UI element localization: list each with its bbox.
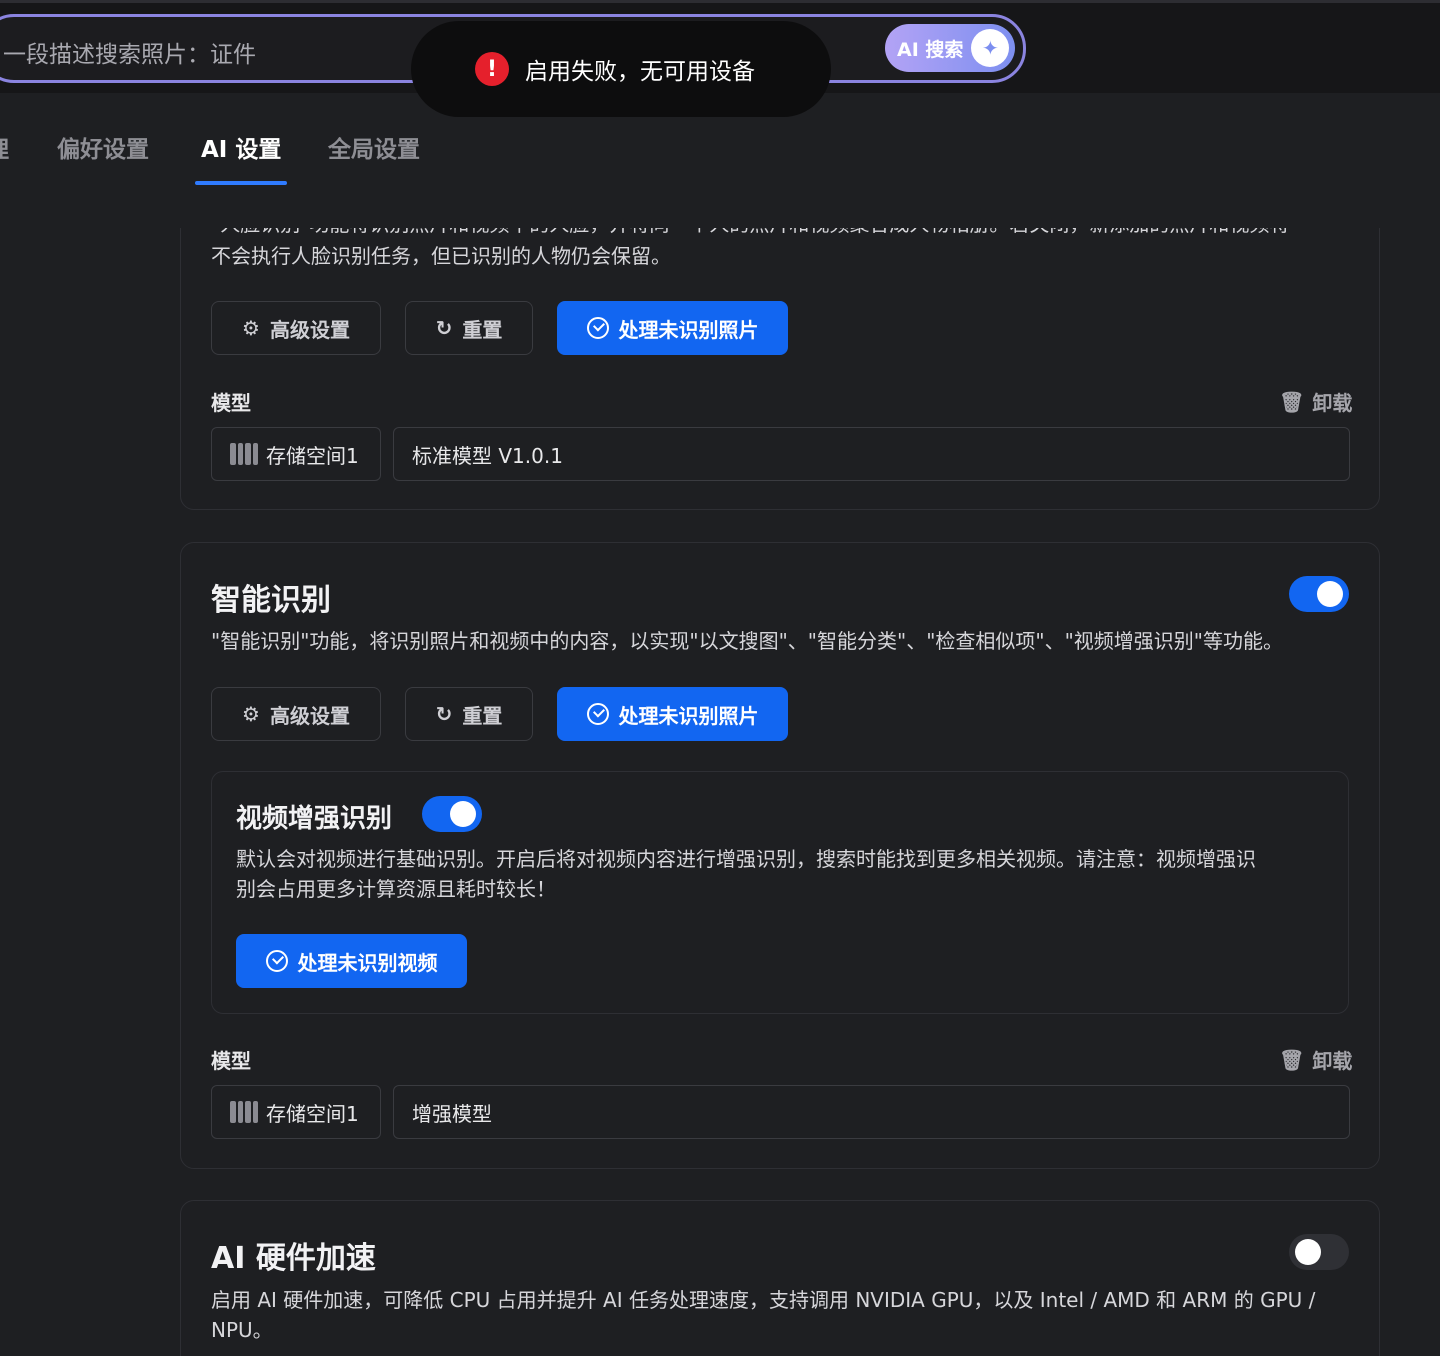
video-enhanced-card: 视频增强识别 默认会对视频进行基础识别。开启后将对视频内容进行增强识别，搜索时能… xyxy=(211,771,1349,1014)
error-icon: ! xyxy=(475,52,509,86)
face-process-label: 处理未识别照片 xyxy=(618,317,759,342)
hw-desc-line2: NPU。 xyxy=(211,1318,273,1342)
nas-icon xyxy=(230,1101,258,1123)
toggle-knob xyxy=(1317,581,1343,607)
face-reset-label: 重置 xyxy=(462,317,503,342)
toggle-knob xyxy=(450,801,476,827)
tab-cut-off[interactable]: 理 xyxy=(0,120,9,186)
toast-message: 启用失败，无可用设备 xyxy=(525,59,755,85)
smart-process-photos-button[interactable]: 处理未识别照片 xyxy=(557,687,788,741)
trash-icon: 🗑 xyxy=(1279,389,1305,414)
face-desc-line1: "人脸识别"功能将识别照片和视频中的人脸，并将同一个人的照片和视频聚合成人物相册… xyxy=(211,228,1361,239)
face-model-select[interactable]: 标准模型 V1.0.1 xyxy=(393,427,1350,481)
check-circle-icon xyxy=(586,317,609,339)
gear-icon: ⚙ xyxy=(242,702,260,726)
tab-preferences[interactable]: 偏好设置 xyxy=(57,120,149,186)
smart-storage-label: 存储空间1 xyxy=(266,1101,359,1126)
process-videos-label: 处理未识别视频 xyxy=(297,950,438,975)
hw-title: AI 硬件加速 xyxy=(211,1241,376,1276)
smart-recognition-card: 智能识别 "智能识别"功能，将识别照片和视频中的内容，以实现"以文搜图"、"智能… xyxy=(180,542,1380,1169)
refresh-icon: ↻ xyxy=(435,702,453,726)
hw-acceleration-toggle[interactable] xyxy=(1289,1234,1349,1270)
face-unload-label: 卸载 xyxy=(1312,391,1353,415)
check-circle-icon xyxy=(586,703,609,725)
face-recognition-card: "人脸识别"功能将识别照片和视频中的人脸，并将同一个人的照片和视频聚合成人物相册… xyxy=(180,228,1380,510)
settings-content: "人脸识别"功能将识别照片和视频中的人脸，并将同一个人的照片和视频聚合成人物相册… xyxy=(0,228,1440,1356)
process-videos-button[interactable]: 处理未识别视频 xyxy=(236,934,467,988)
toggle-knob xyxy=(1295,1239,1321,1265)
error-toast: ! 启用失败，无可用设备 xyxy=(411,21,831,117)
smart-advanced-label: 高级设置 xyxy=(269,703,350,728)
smart-reset-button[interactable]: ↻ 重置 xyxy=(405,687,533,741)
face-storage-label: 存储空间1 xyxy=(266,443,359,468)
smart-unload-button[interactable]: 🗑 卸载 xyxy=(1279,1045,1352,1074)
trash-icon: 🗑 xyxy=(1279,1047,1305,1072)
refresh-icon: ↻ xyxy=(435,316,453,340)
face-unload-button[interactable]: 🗑 卸载 xyxy=(1279,387,1352,416)
video-desc-line2: 别会占用更多计算资源且耗时较长！ xyxy=(236,877,556,901)
tab-global-settings[interactable]: 全局设置 xyxy=(328,120,420,186)
ai-search-button[interactable]: AI 搜索 ✦ xyxy=(885,24,1015,72)
smart-recognition-toggle[interactable] xyxy=(1289,576,1349,612)
face-model-value: 标准模型 V1.0.1 xyxy=(412,443,563,468)
smart-desc: "智能识别"功能，将识别照片和视频中的内容，以实现"以文搜图"、"智能分类"、"… xyxy=(211,629,1283,653)
nas-icon xyxy=(230,443,258,465)
face-model-label: 模型 xyxy=(211,391,251,415)
video-enhanced-toggle[interactable] xyxy=(422,796,482,832)
face-advanced-label: 高级设置 xyxy=(269,317,350,342)
active-tab-indicator xyxy=(195,181,287,185)
smart-unload-label: 卸载 xyxy=(1312,1049,1353,1073)
hw-desc-line1: 启用 AI 硬件加速，可降低 CPU 占用并提升 AI 任务处理速度，支持调用 … xyxy=(211,1288,1316,1312)
face-reset-button[interactable]: ↻ 重置 xyxy=(405,301,533,355)
tab-ai-settings[interactable]: AI 设置 xyxy=(201,120,281,186)
search-placeholder: 一段描述搜索照片：证件 xyxy=(3,42,256,68)
face-desc-line2: 不会执行人脸识别任务，但已识别的人物仍会保留。 xyxy=(211,244,671,268)
face-storage-select[interactable]: 存储空间1 xyxy=(211,427,381,481)
smart-storage-select[interactable]: 存储空间1 xyxy=(211,1085,381,1139)
face-process-photos-button[interactable]: 处理未识别照片 xyxy=(557,301,788,355)
top-divider xyxy=(0,0,1440,3)
smart-model-value: 增强模型 xyxy=(412,1101,492,1126)
sparkle-icon: ✦ xyxy=(971,29,1010,67)
video-title: 视频增强识别 xyxy=(236,804,393,834)
face-advanced-settings-button[interactable]: ⚙ 高级设置 xyxy=(211,301,381,355)
smart-model-select[interactable]: 增强模型 xyxy=(393,1085,1350,1139)
hw-acceleration-card: AI 硬件加速 启用 AI 硬件加速，可降低 CPU 占用并提升 AI 任务处理… xyxy=(180,1200,1380,1356)
video-desc-line1: 默认会对视频进行基础识别。开启后将对视频内容进行增强识别，搜索时能找到更多相关视… xyxy=(236,847,1256,871)
smart-reset-label: 重置 xyxy=(462,703,503,728)
smart-title: 智能识别 xyxy=(211,583,331,618)
smart-process-label: 处理未识别照片 xyxy=(618,703,759,728)
gear-icon: ⚙ xyxy=(242,316,260,340)
check-circle-icon xyxy=(265,950,288,972)
smart-model-label: 模型 xyxy=(211,1049,251,1073)
smart-advanced-settings-button[interactable]: ⚙ 高级设置 xyxy=(211,687,381,741)
ai-search-label: AI 搜索 xyxy=(897,38,964,61)
